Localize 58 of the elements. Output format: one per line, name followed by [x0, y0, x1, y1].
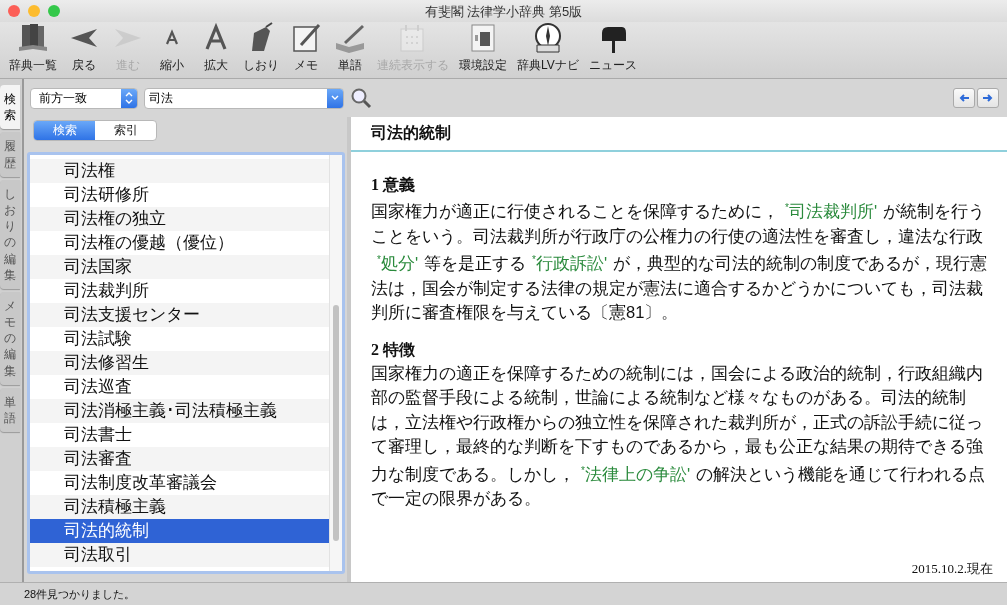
date-label: 2015.10.2.現在 [911, 561, 993, 576]
search-field[interactable]: 司法 [144, 87, 344, 109]
result-item[interactable]: 司法的統制 [30, 519, 329, 543]
side-tab[interactable]: メモの編集 [0, 291, 20, 385]
left-arrow-icon [957, 93, 971, 103]
result-item[interactable]: 司法研修所 [30, 183, 329, 207]
toolbar-button[interactable]: 拡大 [194, 21, 238, 78]
toolbar-button[interactable]: しおり [238, 21, 284, 78]
search-icon[interactable] [350, 87, 372, 109]
status-text: 28件見つかりました。 [24, 586, 136, 602]
toolbar-button[interactable]: 辞典LVナビ [512, 21, 584, 78]
result-item[interactable]: 司法試験 [30, 327, 329, 351]
result-item[interactable]: 司法権の優越（優位） [30, 231, 329, 255]
toolbar-button[interactable]: 環境設定 [454, 21, 512, 78]
chevron-down-icon [331, 95, 339, 101]
back-button[interactable] [953, 88, 975, 108]
paragraph: 国家権力が適正に行使されることを保障するために， $^{*}$司法裁判所' が統制を行うことをいう。司法裁判所が行政庁の公権力の行使の適法性を審査し，違法な行政 $^{*}$処分' 等を是正する $^{*}$行政訴訟' が，典型的な司法的統制の制度であるが，現行憲法は，国会が制定する法律の規定が憲法に適合するかどうかについても，司法裁判所に審査権限を与えている〔憲81〕。 [371, 201, 989, 323]
section-heading: 2 特徴 [371, 339, 416, 360]
forward-button[interactable] [977, 88, 999, 108]
right-arrow-icon [981, 93, 995, 103]
cross-reference-link[interactable]: $^{*}$司法裁判所' [785, 202, 878, 220]
result-item[interactable]: 司法審査 [30, 447, 329, 471]
toolbar-button[interactable]: 単語 [328, 21, 372, 78]
result-item[interactable]: 司法支援センター [30, 303, 329, 327]
toolbar-button[interactable]: メモ [284, 21, 328, 78]
side-tab[interactable]: 単語 [0, 387, 20, 433]
paragraph: 国家権力の適正を保障するための統制には，国会による政治的統制，行政組織内部の監督手段による統制，世論による統制など様々なものがある。司法的統制は，立法権や行政権からの独立性を保障された裁判所が，正式の訴訟手続に従って審理し，最終的な判断を下すものであるから，最も公正な結果の期待できる強力な制度である。しかし， $^{*}$法律上の争訟' の解決という機能を通じて行われる点で一定の限界がある。 [371, 362, 987, 509]
result-item[interactable]: 司法制度改革審議会 [30, 471, 329, 495]
cross-reference-link[interactable]: $^{*}$処分' [377, 254, 419, 272]
mode-tab[interactable]: 索引 [95, 121, 156, 140]
up-down-chevron-icon [125, 92, 133, 104]
result-item[interactable]: 司法積極主義 [30, 495, 329, 519]
cross-reference-link[interactable]: $^{*}$法律上の争訟' [581, 464, 691, 483]
result-item[interactable]: 司法取引 [30, 543, 329, 567]
side-tab[interactable]: しおりの編集 [0, 179, 20, 289]
toolbar-button[interactable]: 辞典一覧 [4, 21, 62, 78]
result-item[interactable]: 司法裁判所 [30, 279, 329, 303]
result-item[interactable]: 司法巡査 [30, 375, 329, 399]
scrollbar[interactable] [329, 155, 342, 571]
toolbar-button[interactable]: 縮小 [150, 21, 194, 78]
result-item[interactable]: 司法権 [30, 159, 329, 183]
window-title: 有斐閣 法律学小辞典 第5版 [424, 4, 583, 19]
cross-reference-link[interactable]: $^{*}$行政訴訟' [532, 254, 608, 272]
toolbar-button[interactable]: 戻る [62, 21, 106, 78]
toolbar-button[interactable]: ニュース [583, 21, 642, 78]
zoom-button[interactable] [48, 5, 60, 17]
side-tab[interactable]: 履歴 [0, 132, 20, 177]
result-item[interactable]: 司法国家 [30, 255, 329, 279]
minimize-button[interactable] [28, 5, 40, 17]
section-heading: 1 意義 [371, 175, 416, 195]
match-mode-dropdown[interactable]: 前方一致 [30, 87, 138, 109]
side-tab[interactable]: 検索 [0, 85, 20, 130]
close-button[interactable] [8, 5, 20, 17]
article-title: 司法的統制 [371, 123, 451, 143]
result-item[interactable]: 司法権の独立 [30, 207, 329, 231]
result-item[interactable]: 司法書士 [30, 423, 329, 447]
result-item[interactable]: 司法修習生 [30, 351, 329, 375]
result-item[interactable]: 司法消極主義･司法積極主義 [30, 399, 329, 423]
